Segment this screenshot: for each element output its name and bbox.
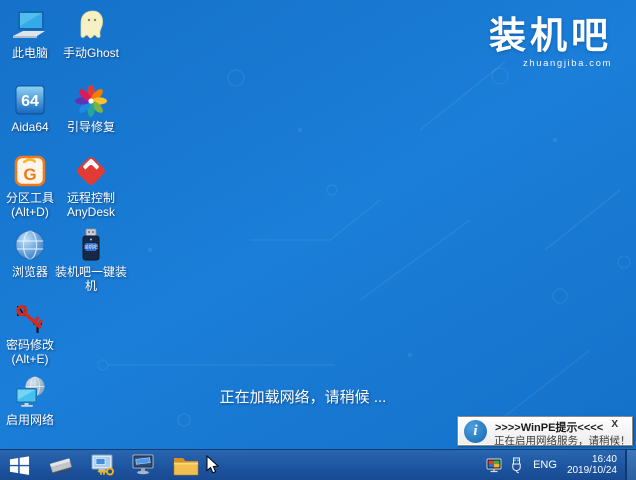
taskbar-ram-tool-button[interactable]: [44, 450, 78, 480]
clock-time: 16:40: [591, 454, 617, 465]
tray-usb-device-icon[interactable]: [510, 457, 523, 474]
start-button[interactable]: [2, 450, 36, 480]
tray-display-settings-icon[interactable]: [486, 458, 503, 473]
taskbar: ENG 16:40 2019/10/24: [0, 449, 636, 480]
taskbar-unlock-tool-button[interactable]: [86, 450, 120, 480]
desktop-icon-anydesk[interactable]: 远程控制 AnyDesk: [52, 151, 130, 219]
system-tray: ENG 16:40 2019/10/24: [486, 449, 636, 480]
monitor-panel-icon: [132, 454, 154, 475]
diskgenius-icon: G: [0, 151, 60, 189]
icon-label: 分区工具 (Alt+D): [5, 191, 54, 219]
taskbar-display-tool-button[interactable]: [127, 450, 161, 480]
monitor-key-icon: [91, 454, 114, 476]
desktop-icon-browser[interactable]: 浏览器: [0, 225, 60, 279]
zhuangjiba-logo: 装机吧 zhuangjiba.com: [489, 14, 612, 69]
desktop-icon-this-pc[interactable]: 此电脑: [0, 6, 60, 60]
icon-label: 密码修改 (Alt+E): [5, 338, 54, 366]
clock[interactable]: 16:40 2019/10/24: [567, 454, 617, 476]
icon-label: 引导修复: [66, 120, 115, 134]
logo-title: 装机吧: [489, 15, 612, 56]
aida64-icon: 64: [0, 80, 60, 118]
svg-text:装机吧: 装机吧: [84, 244, 98, 251]
taskbar-file-explorer-button[interactable]: [168, 450, 204, 480]
winpe-desktop: 装机吧 zhuangjiba.com 此电脑 手动Ghost 64 Aida64…: [0, 0, 636, 480]
winpe-toast: i >>>>WinPE提示<<<< X 正在启用网络服务，请稍候！: [457, 416, 633, 447]
ghost-icon: [52, 6, 130, 44]
desktop-icon-aida64[interactable]: 64 Aida64: [0, 80, 60, 134]
nt-key-icon: N T: [0, 298, 60, 336]
svg-text:G: G: [23, 165, 36, 184]
usb-drive-icon: 装机吧: [52, 225, 130, 263]
icon-label: 启用网络: [5, 413, 54, 427]
loading-status-text: 正在加载网络，请稍候 ...: [219, 389, 387, 406]
windows-logo-icon: [9, 455, 29, 475]
folder-icon: [173, 458, 199, 476]
globe-icon: [0, 225, 60, 263]
icon-label: 装机吧一键装机: [54, 265, 127, 293]
language-indicator[interactable]: ENG: [533, 459, 557, 471]
close-icon[interactable]: X: [611, 419, 618, 430]
desktop-icon-one-key-install[interactable]: 装机吧 装机吧一键装机: [52, 225, 130, 293]
computer-icon: [0, 6, 60, 44]
anydesk-diamond-icon: [52, 151, 130, 189]
show-desktop-button[interactable]: [625, 449, 636, 480]
clock-date: 2019/10/24: [566, 465, 617, 476]
svg-text:64: 64: [21, 93, 39, 110]
icon-label: Aida64: [11, 120, 49, 134]
desktop-icon-password-reset[interactable]: N T 密码修改 (Alt+E): [0, 298, 60, 366]
logo-subtitle: zhuangjiba.com: [523, 58, 612, 69]
desktop-icon-boot-repair[interactable]: 引导修复: [52, 80, 130, 134]
desktop-icon-manual-ghost[interactable]: 手动Ghost: [52, 6, 130, 60]
pinwheel-flower-icon: [52, 80, 130, 118]
icon-label: 此电脑: [11, 46, 48, 60]
icon-label: 手动Ghost: [62, 46, 120, 60]
toast-body: 正在启用网络服务，请稍候！: [494, 435, 631, 447]
memory-chip-icon: [49, 458, 72, 475]
icon-label: 远程控制 AnyDesk: [66, 191, 116, 219]
desktop-icon-partition-tool[interactable]: G 分区工具 (Alt+D): [0, 151, 60, 219]
info-icon: i: [464, 420, 487, 443]
icon-label: 浏览器: [11, 265, 48, 279]
